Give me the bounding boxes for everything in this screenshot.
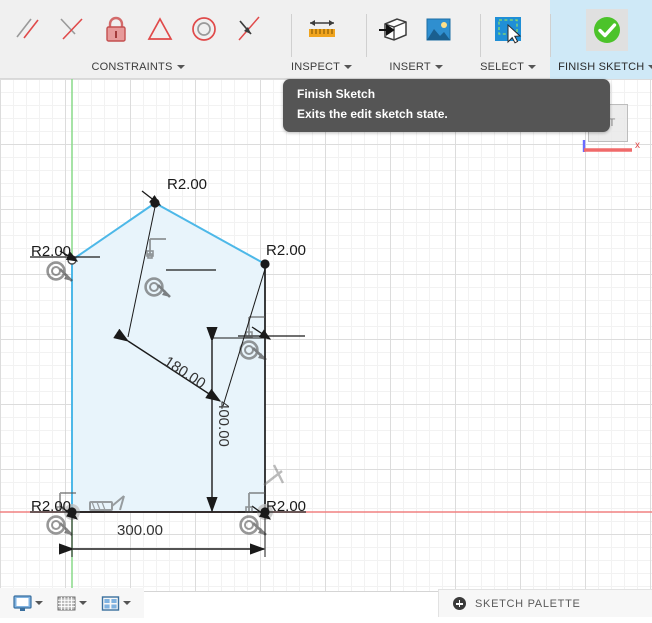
finish-sketch-label-text: FINISH SKETCH xyxy=(558,61,645,73)
perpendicular-constraint-button[interactable] xyxy=(50,4,94,53)
sketch-palette-label: SKETCH PALETTE xyxy=(475,597,581,610)
select-label-text: SELECT xyxy=(480,61,525,73)
label-fillet-radius-top-left[interactable]: R2.00 xyxy=(31,243,71,260)
view-cube-x-label: x xyxy=(635,140,640,151)
chevron-down-icon[interactable] xyxy=(79,601,87,605)
inspect-icon-row xyxy=(294,0,350,57)
finish-sketch-tooltip: Finish Sketch Exits the edit sketch stat… xyxy=(283,79,610,132)
tangent-constraint-button[interactable] xyxy=(226,4,270,53)
chevron-down-icon[interactable] xyxy=(344,65,353,69)
select-cursor-button[interactable] xyxy=(486,4,530,53)
grid-and-snaps-button[interactable] xyxy=(50,595,94,612)
toolbar-group-inspect: INSPECT xyxy=(291,0,353,79)
toolbar-group-insert: INSERT xyxy=(366,0,466,79)
label-fillet-radius-bottom-right[interactable]: R2.00 xyxy=(266,498,306,515)
vertex-top-right[interactable] xyxy=(260,259,270,269)
chevron-down-icon[interactable] xyxy=(648,65,652,69)
chevron-down-icon[interactable] xyxy=(434,65,443,69)
dimension-width-line[interactable] xyxy=(59,512,266,557)
viewports-layout-button[interactable] xyxy=(94,595,138,612)
navigation-bar xyxy=(0,588,144,618)
tooltip-title: Finish Sketch xyxy=(297,87,376,101)
label-dimension-height[interactable]: 400.00 xyxy=(215,401,232,447)
tooltip-body: Exits the edit sketch state. xyxy=(297,107,448,121)
view-cube-axis-indicator: x xyxy=(582,140,640,152)
label-fillet-radius-apex[interactable]: R2.00 xyxy=(167,176,207,193)
insert-label-text: INSERT xyxy=(389,61,431,73)
toolbar-group-finish-sketch[interactable]: FINISH SKETCH xyxy=(550,0,652,79)
insert-icon-row xyxy=(366,0,466,57)
inspect-label-text: INSPECT xyxy=(291,61,341,73)
fix-unfix-lock-button[interactable] xyxy=(94,4,138,53)
toolbar-label-insert[interactable]: INSERT xyxy=(389,61,443,79)
toolbar-label-constraints[interactable]: CONSTRAINTS xyxy=(91,61,185,79)
select-icon-row xyxy=(480,0,536,57)
display-settings-button[interactable] xyxy=(6,594,50,612)
insert-derive-cube-button[interactable] xyxy=(372,4,416,53)
finish-sketch-icon-row xyxy=(580,0,634,57)
chevron-down-icon[interactable] xyxy=(176,65,185,69)
toolbar-label-select[interactable]: SELECT xyxy=(480,61,537,79)
sketch-palette-bar[interactable]: SKETCH PALETTE xyxy=(438,589,652,617)
insert-canvas-image-button[interactable] xyxy=(416,4,460,53)
chevron-down-icon[interactable] xyxy=(35,601,43,605)
constraints-icon-row xyxy=(0,0,276,57)
finish-sketch-checkmark-button[interactable] xyxy=(586,9,629,51)
tangent-constraint-glyph-top-left[interactable] xyxy=(46,261,73,282)
parallel-constraint-button[interactable] xyxy=(6,4,50,53)
chevron-down-icon[interactable] xyxy=(528,65,537,69)
sketch-geometry: R2.00 R2.00 R2.00 R2.00 R2.00 180.00 400… xyxy=(0,79,652,591)
concentric-constraint-button[interactable] xyxy=(182,4,226,53)
equal-constraint-button[interactable] xyxy=(138,4,182,53)
sketch-canvas[interactable]: R2.00 R2.00 R2.00 R2.00 R2.00 180.00 400… xyxy=(0,79,652,591)
toolbar-label-inspect[interactable]: INSPECT xyxy=(291,61,353,79)
toolbar-label-finish-sketch[interactable]: FINISH SKETCH xyxy=(558,61,652,79)
toolbar-group-select: SELECT xyxy=(480,0,537,79)
constraints-label-text: CONSTRAINTS xyxy=(91,61,173,73)
chevron-down-icon[interactable] xyxy=(123,601,131,605)
toolbar-group-constraints: CONSTRAINTS xyxy=(0,0,276,79)
label-fillet-radius-bottom-left[interactable]: R2.00 xyxy=(31,498,71,515)
sketch-toolbar: CONSTRAINTS INSPECT INSERT SELECT FINISH… xyxy=(0,0,652,79)
perpendicular-constraint-glyph-right-edge[interactable] xyxy=(263,464,285,486)
label-dimension-width[interactable]: 300.00 xyxy=(117,522,163,539)
expand-plus-icon[interactable] xyxy=(453,597,466,610)
measure-ruler-button[interactable] xyxy=(300,4,344,53)
tangent-constraint-glyph-bottom-left[interactable] xyxy=(46,515,73,536)
label-fillet-radius-top-right[interactable]: R2.00 xyxy=(266,242,306,259)
